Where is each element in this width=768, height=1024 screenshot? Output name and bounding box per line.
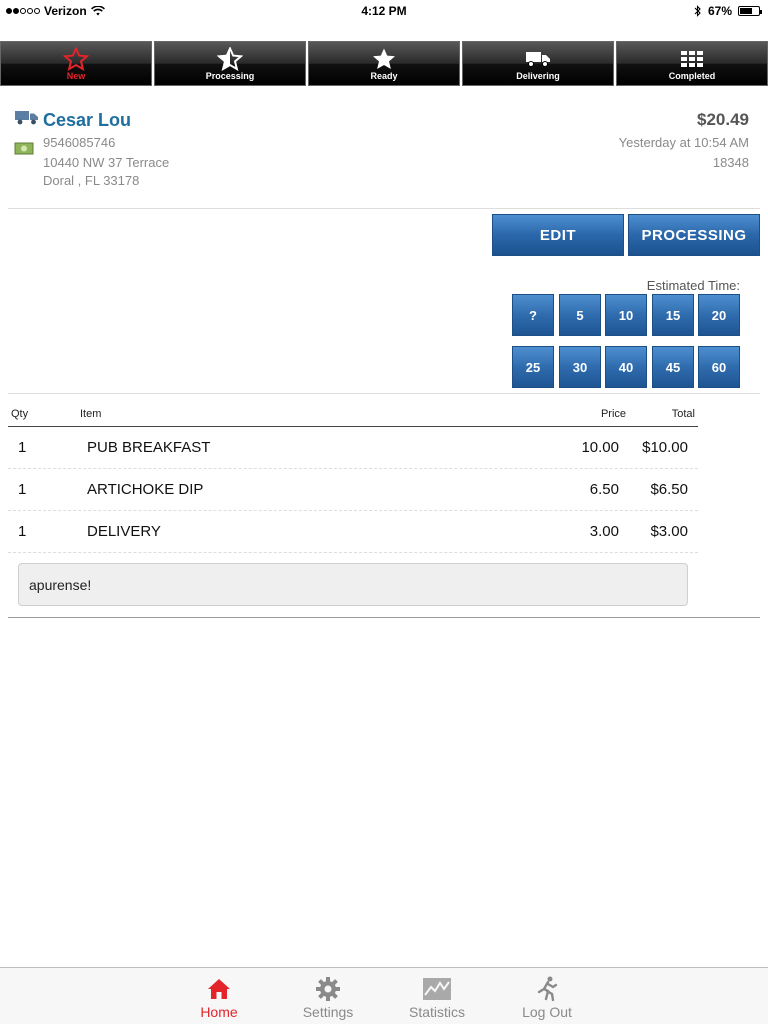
row-total: $3.00 <box>650 523 688 540</box>
row-price: 3.00 <box>589 523 619 540</box>
tab-ready[interactable]: Ready <box>308 41 460 86</box>
estimated-time-option[interactable]: 30 <box>559 346 601 388</box>
tab-statistics[interactable]: Statistics <box>397 974 477 1020</box>
tab-label: Settings <box>302 1004 354 1020</box>
tab-new[interactable]: New <box>0 41 152 86</box>
tab-completed[interactable]: Completed <box>616 41 768 86</box>
battery-area: 67% <box>694 4 762 18</box>
estimated-time-option[interactable]: 45 <box>652 346 694 388</box>
estimated-time-option[interactable]: 5 <box>559 294 601 336</box>
tab-label: Log Out <box>522 1004 572 1020</box>
bluetooth-icon <box>694 5 701 17</box>
header-qty: Qty <box>11 408 29 420</box>
running-man-icon <box>537 976 558 1002</box>
tab-logout[interactable]: Log Out <box>507 974 587 1020</box>
header-total: Total <box>671 408 695 420</box>
estimated-time-option[interactable]: 20 <box>698 294 740 336</box>
clock: 4:12 PM <box>361 4 407 18</box>
processing-button[interactable]: PROCESSING <box>628 214 760 256</box>
table-row[interactable]: 1 PUB BREAKFAST 10.00 $10.00 <box>8 427 698 469</box>
tab-label: Statistics <box>408 1004 465 1020</box>
edit-button[interactable]: EDIT <box>492 214 624 256</box>
row-qty: 1 <box>18 523 27 540</box>
row-item: ARTICHOKE DIP <box>87 481 204 498</box>
tab-label: New <box>66 70 86 81</box>
estimated-time-option[interactable]: 10 <box>605 294 647 336</box>
order-amount: $20.49 <box>697 110 749 129</box>
order-note: apurense! <box>18 563 688 606</box>
truck-icon <box>526 51 550 67</box>
header-price: Price <box>600 408 626 420</box>
gear-icon <box>316 977 340 1001</box>
star-icon <box>373 48 395 69</box>
customer-name[interactable]: Cesar Lou <box>43 110 131 131</box>
battery-icon <box>738 6 762 16</box>
status-bar: Verizon 4:12 PM 67% <box>0 0 768 22</box>
tab-settings[interactable]: Settings <box>288 974 368 1020</box>
order-items-table: Qty Item Price Total 1 PUB BREAKFAST 10.… <box>8 404 698 553</box>
row-item: PUB BREAKFAST <box>87 439 211 456</box>
address-line-2: Doral , FL 33178 <box>43 173 140 188</box>
header-item: Item <box>80 408 102 420</box>
star-outline-icon <box>63 46 89 71</box>
tab-delivering[interactable]: Delivering <box>462 41 614 86</box>
row-item: DELIVERY <box>87 523 161 540</box>
order-placed-time: Yesterday at 10:54 AM <box>618 135 749 150</box>
estimated-time-label: Estimated Time: <box>646 278 740 293</box>
bottom-tabbar: Home Settings Statistics Log Out <box>0 967 768 1024</box>
cash-icon <box>14 142 34 155</box>
estimated-time-option[interactable]: 60 <box>698 346 740 388</box>
order-header: Cesar Lou 9546085746 10440 NW 37 Terrace… <box>0 100 768 210</box>
row-qty: 1 <box>18 439 27 456</box>
row-price: 6.50 <box>589 481 619 498</box>
estimated-time-option[interactable]: ? <box>512 294 554 336</box>
divider <box>8 393 760 394</box>
half-star-icon <box>217 46 243 71</box>
tab-label: Home <box>200 1004 238 1020</box>
tab-label: Processing <box>205 70 255 81</box>
row-qty: 1 <box>18 481 27 498</box>
order-status-tabbar: New Processing Ready Delivering Complete… <box>0 41 768 86</box>
tab-label: Delivering <box>516 70 560 81</box>
estimated-time-option[interactable]: 40 <box>605 346 647 388</box>
order-number: 18348 <box>712 155 749 170</box>
row-total: $10.00 <box>642 439 688 456</box>
customer-phone[interactable]: 9546085746 <box>43 135 115 150</box>
divider <box>8 617 760 618</box>
chart-icon <box>423 978 451 1000</box>
grid-icon <box>681 50 703 67</box>
address-line-1: 10440 NW 37 Terrace <box>43 155 170 170</box>
delivery-truck-icon <box>15 111 38 125</box>
tab-label: Ready <box>370 70 398 81</box>
tab-home[interactable]: Home <box>179 974 259 1020</box>
divider <box>8 208 760 209</box>
home-icon <box>208 979 230 999</box>
battery-percent: 67% <box>707 4 732 18</box>
table-header: Qty Item Price Total <box>8 404 698 427</box>
tab-label: Completed <box>668 70 716 81</box>
table-row[interactable]: 1 ARTICHOKE DIP 6.50 $6.50 <box>8 469 698 511</box>
estimated-time-option[interactable]: 15 <box>652 294 694 336</box>
tab-processing[interactable]: Processing <box>154 41 306 86</box>
table-row[interactable]: 1 DELIVERY 3.00 $3.00 <box>8 511 698 553</box>
row-price: 10.00 <box>581 439 619 456</box>
estimated-time-option[interactable]: 25 <box>512 346 554 388</box>
row-total: $6.50 <box>650 481 688 498</box>
